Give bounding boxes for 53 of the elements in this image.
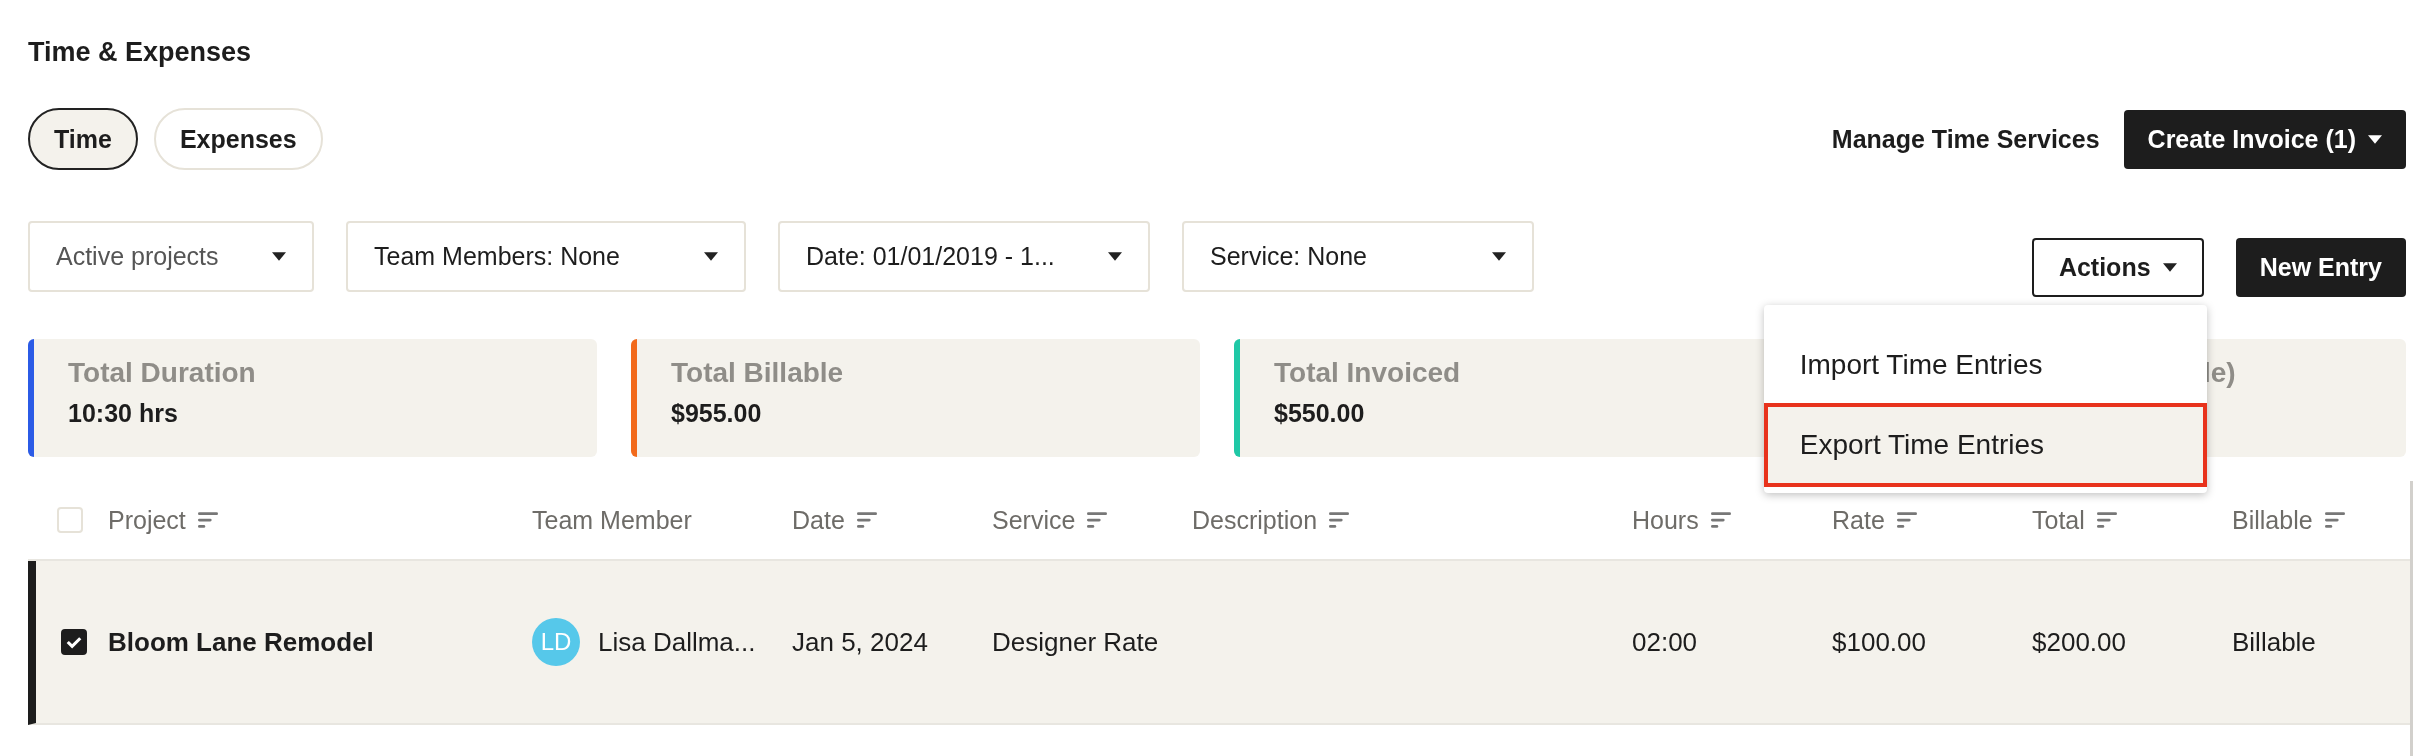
table-cell: Lisa Dallma... [598,626,756,658]
column-header[interactable]: Project [108,505,218,535]
filter-dropdown[interactable]: Team Members: None [346,221,746,292]
column-header[interactable]: Hours [1632,505,1731,535]
filter-dropdown[interactable]: Service: None [1182,221,1534,292]
checkbox[interactable] [61,629,87,655]
card-value: 10:30 hrs [68,399,179,428]
manage-services-link[interactable]: Manage Time Services [1831,124,2100,154]
column-header[interactable]: Rate [1832,505,1917,535]
caret-icon [2162,263,2177,272]
sort-icon[interactable] [1710,511,1731,529]
table-cell: Billable [2232,626,2316,658]
card-value: $955.00 [671,399,763,428]
table-cell: Designer Rate [992,626,1159,658]
avatar: LD [532,618,580,666]
table-cell: 02:00 [1632,626,1698,658]
tab[interactable]: Time [28,108,138,170]
column-header[interactable]: Service [992,505,1108,535]
tab[interactable]: Expenses [153,108,323,170]
caret-icon [2368,134,2382,144]
card-title: Total Billable [671,357,844,389]
column-header[interactable]: Date [792,505,877,535]
sort-icon[interactable] [197,511,218,529]
card-title: Total Duration [68,357,256,389]
sort-icon[interactable] [1896,511,1917,529]
column-header[interactable]: Billable [2232,505,2345,535]
menu-item[interactable]: Export Time Entries [1763,403,2207,487]
column-header[interactable]: Description [1192,505,1350,535]
menu-item[interactable]: Import Time Entries [1763,327,2207,403]
actions-button[interactable]: Actions [2031,238,2204,297]
table-cell: Bloom Lane Remodel [108,626,374,658]
caret-icon [704,252,718,261]
table-row[interactable]: Bloom Lane Remodel LD Lisa Dallma... Jan 5, 2024 Designer Rate 02:00 $100.00 $200.00 Billable [28,561,2410,725]
sort-icon[interactable] [1329,511,1350,529]
card-title: Total Invoiced [1274,357,1461,389]
sort-icon[interactable] [856,511,877,529]
create-invoice-button[interactable]: Create Invoice (1) [2123,109,2406,169]
table-cell: $200.00 [2032,626,2126,658]
sort-icon[interactable] [1087,511,1108,529]
sort-icon[interactable] [2096,511,2117,529]
new-entry-button[interactable]: New Entry [2235,238,2406,297]
card-value: $550.00 [1274,399,1366,428]
filter-dropdown[interactable]: Date: 01/01/2019 - 1... [778,221,1150,292]
table-cell: Jan 5, 2024 [792,626,928,658]
filter-dropdown[interactable]: Active projects [28,221,314,292]
caret-icon [1108,252,1122,261]
table-cell: $100.00 [1832,626,1926,658]
column-header[interactable]: Total [2032,505,2117,535]
page-title: Time & Expenses [28,36,253,69]
sort-icon[interactable] [2324,511,2345,529]
caret-icon [1492,252,1506,261]
caret-icon [272,252,286,261]
column-header[interactable]: Team Member [532,505,692,535]
